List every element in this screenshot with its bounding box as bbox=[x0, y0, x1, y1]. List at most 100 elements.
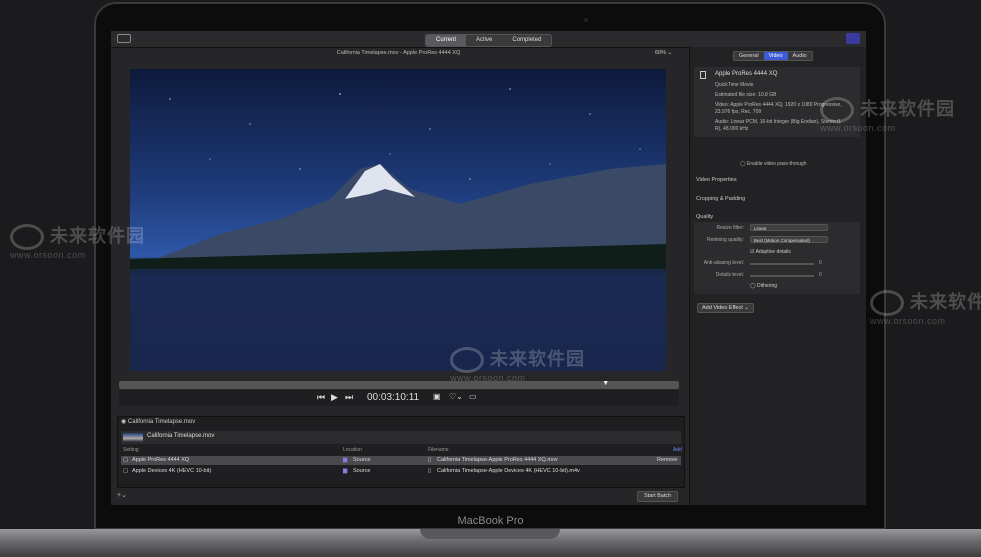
table-row[interactable]: ▢ Apple ProRes 4444 XQ ▆ Source ▯ Califo… bbox=[121, 456, 681, 465]
tab-video[interactable]: Video bbox=[763, 52, 788, 60]
quality-box: Resize filter: Linear Retiming quality: … bbox=[694, 222, 860, 294]
watermark: 未来软件园 www.orsoon.com bbox=[870, 288, 981, 326]
retiming-label: Retiming quality: bbox=[707, 237, 744, 243]
batch-header: ◉ California Timelapse.mov bbox=[121, 419, 196, 425]
tab-current[interactable]: Current bbox=[426, 35, 467, 46]
job-thumbnail bbox=[123, 433, 143, 442]
watermark-text: 未来软件园 bbox=[490, 349, 585, 369]
inspector-toggle-icon[interactable] bbox=[846, 33, 860, 44]
dithering-checkbox[interactable]: ◯ Dithering bbox=[750, 283, 777, 289]
folder-icon: ▆ bbox=[343, 457, 348, 463]
column-setting[interactable]: Setting bbox=[123, 447, 139, 453]
captions-icon[interactable]: ▭ bbox=[469, 392, 477, 401]
antialias-slider[interactable] bbox=[750, 263, 814, 265]
watermark: 未来软件园 www.orsoon.com bbox=[450, 345, 585, 383]
details-label: Details level: bbox=[715, 272, 744, 278]
watermark-text: 未来软件园 bbox=[910, 292, 981, 312]
column-filename[interactable]: Filename bbox=[428, 447, 449, 453]
timecode: 00:03:10:11 bbox=[367, 392, 420, 403]
row-location[interactable]: Source bbox=[353, 457, 370, 463]
file-icon: ▯ bbox=[428, 457, 432, 463]
batch-footer: +⌄ Start Batch bbox=[111, 489, 686, 505]
summary-format: QuickTime Movie bbox=[715, 82, 754, 88]
column-location[interactable]: Location bbox=[343, 447, 362, 453]
tab-audio[interactable]: Audio bbox=[787, 52, 812, 60]
details-value: 0 bbox=[819, 272, 822, 278]
watermark-url: www.orsoon.com bbox=[450, 373, 526, 384]
add-video-effect-label: Add Video Effect bbox=[702, 305, 743, 311]
summary-audio-2: R), 48.000 kHz bbox=[715, 126, 749, 132]
pass-through-checkbox[interactable]: ◯ Enable video pass-through bbox=[740, 161, 807, 167]
watermark: 未来软件园 www.orsoon.com bbox=[10, 222, 145, 260]
document-icon bbox=[700, 71, 706, 79]
file-icon: ▯ bbox=[428, 468, 432, 474]
watermark-url: www.orsoon.com bbox=[870, 316, 946, 327]
antialias-value: 0 bbox=[819, 260, 822, 266]
remove-button[interactable]: Remove bbox=[657, 457, 677, 463]
row-setting: Apple Devices 4K (HEVC 10-bit) bbox=[132, 468, 212, 474]
row-filename[interactable]: California Timelapse-Apple ProRes 4444 X… bbox=[437, 457, 558, 463]
add-setting-button[interactable]: Add bbox=[673, 447, 682, 453]
mountain-lake-image bbox=[130, 88, 666, 371]
antialias-label: Anti-aliasing level: bbox=[703, 260, 744, 266]
pass-through-label: Enable video pass-through bbox=[747, 161, 807, 167]
macbook-label: MacBook Pro bbox=[457, 515, 524, 527]
section-video-properties[interactable]: Video Properties bbox=[696, 177, 737, 183]
overlay-icon[interactable]: ♡⌄ bbox=[449, 392, 463, 401]
watermark-logo-icon bbox=[450, 347, 484, 374]
section-cropping[interactable]: Cropping & Padding bbox=[696, 196, 745, 202]
add-video-effect-button[interactable]: Add Video Effect ⌄ bbox=[697, 303, 754, 313]
tab-completed[interactable]: Completed bbox=[502, 35, 552, 46]
batch-header-label: California Timelapse.mov bbox=[127, 419, 196, 425]
skip-back-icon[interactable]: ⏮ bbox=[317, 392, 325, 403]
app-window: Current Active Completed California Time… bbox=[111, 31, 866, 505]
view-options-icon[interactable]: ▣ bbox=[433, 392, 441, 401]
skip-forward-icon[interactable]: ⏭ bbox=[345, 392, 353, 403]
resize-filter-label: Resize filter: bbox=[716, 225, 744, 231]
batch-list: ◉ California Timelapse.mov California Ti… bbox=[117, 416, 685, 488]
view-segmented-control: Current Active Completed bbox=[425, 34, 553, 47]
inspector-tabs: General Video Audio bbox=[733, 51, 813, 61]
section-quality[interactable]: Quality bbox=[696, 214, 713, 220]
watermark-url: www.orsoon.com bbox=[820, 123, 896, 134]
play-icon[interactable]: ▶ bbox=[331, 392, 338, 403]
start-batch-button[interactable]: Start Batch bbox=[637, 491, 679, 502]
camera bbox=[584, 18, 588, 22]
add-plus-icon[interactable]: +⌄ bbox=[117, 491, 127, 499]
row-setting: Apple ProRes 4444 XQ bbox=[132, 457, 190, 463]
job-row[interactable]: California Timelapse.mov bbox=[121, 431, 681, 444]
video-preview bbox=[130, 69, 666, 371]
adaptive-details-label: Adaptive details bbox=[755, 249, 791, 255]
watermark-url: www.orsoon.com bbox=[10, 250, 86, 261]
retiming-select[interactable]: Best (Motion Compensated) bbox=[750, 236, 828, 243]
summary-video-2: 23.976 fps, Rec. 709 bbox=[715, 109, 762, 115]
playhead-icon[interactable]: ▼ bbox=[602, 380, 609, 387]
job-title: California Timelapse.mov bbox=[147, 433, 215, 439]
folder-icon: ▆ bbox=[343, 468, 348, 474]
row-filename[interactable]: California Timelapse-Apple Devices 4K (H… bbox=[437, 468, 580, 474]
table-row[interactable]: ▢ Apple Devices 4K (HEVC 10-bit) ▆ Sourc… bbox=[121, 467, 681, 476]
watermark-logo-icon bbox=[870, 290, 904, 317]
tab-active[interactable]: Active bbox=[466, 35, 503, 46]
setting-icon: ▢ bbox=[123, 468, 129, 474]
watermark-text: 未来软件园 bbox=[50, 226, 145, 246]
toolbar: Current Active Completed bbox=[111, 31, 866, 48]
row-location[interactable]: Source bbox=[353, 468, 370, 474]
zoom-popup[interactable]: 60% ⌄ bbox=[655, 50, 672, 56]
tab-general[interactable]: General bbox=[734, 52, 764, 60]
watermark-text: 未来软件园 bbox=[860, 99, 955, 119]
adaptive-details-checkbox[interactable]: ☑ Adaptive details bbox=[750, 249, 791, 255]
summary-title: Apple ProRes 4444 XQ bbox=[715, 71, 778, 77]
summary-size: Estimated file size: 10.8 GB bbox=[715, 92, 777, 98]
details-slider[interactable] bbox=[750, 275, 814, 277]
watermark: 未来软件园 www.orsoon.com bbox=[820, 95, 955, 133]
watermark-logo-icon bbox=[820, 97, 854, 124]
sidebar-toggle-icon[interactable] bbox=[117, 34, 131, 43]
transport-controls: ⏮ ▶ ⏭ 00:03:10:11 ▣ ♡⌄ ▭ bbox=[119, 390, 679, 406]
base-notch bbox=[420, 529, 560, 539]
dithering-label: Dithering bbox=[757, 283, 778, 289]
resize-filter-select[interactable]: Linear bbox=[750, 224, 828, 231]
timeline-scrubber[interactable]: ▼ bbox=[119, 380, 679, 389]
zoom-value: 60% bbox=[655, 50, 667, 56]
setting-icon: ▢ bbox=[123, 457, 129, 463]
